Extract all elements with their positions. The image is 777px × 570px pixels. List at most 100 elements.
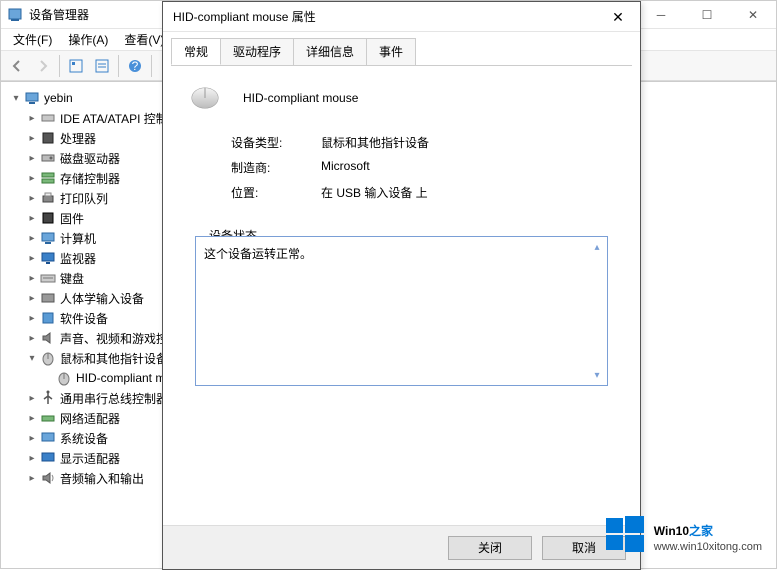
toolbar-separator bbox=[151, 55, 152, 77]
sound-icon bbox=[40, 330, 56, 346]
chevron-right-icon[interactable]: ▸ bbox=[25, 311, 39, 325]
chevron-down-icon[interactable]: ▾ bbox=[25, 351, 39, 365]
tb-btn-help[interactable]: ? bbox=[123, 54, 147, 78]
chevron-right-icon[interactable]: ▸ bbox=[25, 231, 39, 245]
usb-icon bbox=[40, 390, 56, 406]
firmware-icon bbox=[40, 210, 56, 226]
scroll-up-icon[interactable]: ▴ bbox=[589, 239, 605, 255]
dm-sysbuttons: ─ ☐ ✕ bbox=[638, 1, 776, 29]
row-manufacturer: 制造商: Microsoft bbox=[231, 159, 618, 176]
tab-details[interactable]: 详细信息 bbox=[293, 38, 367, 65]
chevron-right-icon[interactable]: ▸ bbox=[25, 191, 39, 205]
tree-node-label: 磁盘驱动器 bbox=[60, 150, 120, 167]
maximize-button[interactable]: ☐ bbox=[684, 1, 730, 29]
status-textbox[interactable]: 这个设备运转正常。 ▴ ▾ bbox=[195, 236, 608, 386]
chevron-down-icon[interactable]: ▾ bbox=[9, 91, 23, 105]
mouse-icon bbox=[185, 84, 225, 112]
menu-file[interactable]: 文件(F) bbox=[5, 29, 60, 50]
location-label: 位置: bbox=[231, 184, 321, 201]
row-type: 设备类型: 鼠标和其他指针设备 bbox=[231, 134, 618, 151]
chevron-right-icon[interactable]: ▸ bbox=[25, 131, 39, 145]
chevron-right-icon[interactable]: ▸ bbox=[25, 111, 39, 125]
network-icon bbox=[40, 410, 56, 426]
tree-node-label: 鼠标和其他指针设备 bbox=[60, 350, 168, 367]
tree-node-label: 处理器 bbox=[60, 130, 96, 147]
mouse-icon bbox=[56, 370, 72, 386]
chevron-right-icon[interactable]: ▸ bbox=[25, 411, 39, 425]
chevron-right-icon[interactable]: ▸ bbox=[25, 471, 39, 485]
location-value: 在 USB 输入设备 上 bbox=[321, 184, 428, 201]
dialog-titlebar[interactable]: HID-compliant mouse 属性 bbox=[163, 2, 640, 32]
close-button[interactable]: ✕ bbox=[730, 1, 776, 29]
tree-node-label: 打印队列 bbox=[60, 190, 108, 207]
watermark-text: Win10之家 www.win10xitong.com bbox=[654, 518, 762, 553]
menu-action[interactable]: 操作(A) bbox=[60, 29, 116, 50]
hid-icon bbox=[40, 290, 56, 306]
keyboard-icon bbox=[40, 270, 56, 286]
scroll-down-icon[interactable]: ▾ bbox=[589, 367, 605, 383]
chevron-right-icon[interactable]: ▸ bbox=[25, 271, 39, 285]
chevron-right-icon[interactable]: ▸ bbox=[25, 151, 39, 165]
disk-icon bbox=[40, 150, 56, 166]
tab-events[interactable]: 事件 bbox=[366, 38, 416, 65]
ide-icon bbox=[40, 110, 56, 126]
dialog-title: HID-compliant mouse 属性 bbox=[173, 8, 316, 25]
watermark: Win10之家 www.win10xitong.com bbox=[606, 516, 762, 554]
minimize-button[interactable]: ─ bbox=[638, 1, 684, 29]
tab-driver[interactable]: 驱动程序 bbox=[220, 38, 294, 65]
chevron-right-icon[interactable]: ▸ bbox=[25, 331, 39, 345]
toolbar-separator bbox=[118, 55, 119, 77]
tree-node-label: 存储控制器 bbox=[60, 170, 120, 187]
tab-general[interactable]: 常规 bbox=[171, 38, 221, 65]
watermark-brand: Win10 bbox=[654, 524, 689, 538]
tree-node-label: 人体学输入设备 bbox=[60, 290, 144, 307]
tree-node-label: 监视器 bbox=[60, 250, 96, 267]
watermark-url: www.win10xitong.com bbox=[654, 541, 762, 553]
type-label: 设备类型: bbox=[231, 134, 321, 151]
device-header: HID-compliant mouse bbox=[185, 84, 618, 112]
tree-node-label: 网络适配器 bbox=[60, 410, 120, 427]
chevron-right-icon[interactable]: ▸ bbox=[25, 291, 39, 305]
tab-strip: 常规 驱动程序 详细信息 事件 bbox=[163, 32, 640, 65]
chevron-right-icon[interactable]: ▸ bbox=[25, 431, 39, 445]
type-value: 鼠标和其他指针设备 bbox=[321, 134, 429, 151]
mouse-category-icon bbox=[40, 350, 56, 366]
tree-node-label: 显示适配器 bbox=[60, 450, 120, 467]
tree-node-label: 音频输入和输出 bbox=[60, 470, 144, 487]
dialog-footer: 关闭 取消 bbox=[163, 525, 640, 569]
toolbar-separator bbox=[59, 55, 60, 77]
manufacturer-label: 制造商: bbox=[231, 159, 321, 176]
cpu-icon bbox=[40, 130, 56, 146]
status-scrollbar[interactable]: ▴ ▾ bbox=[589, 239, 605, 383]
tb-btn-1[interactable] bbox=[64, 54, 88, 78]
row-location: 位置: 在 USB 输入设备 上 bbox=[231, 184, 618, 201]
chevron-right-icon[interactable]: ▸ bbox=[25, 451, 39, 465]
tree-node-label: 计算机 bbox=[60, 230, 96, 247]
properties-dialog: HID-compliant mouse 属性 ✕ 常规 驱动程序 详细信息 事件… bbox=[162, 1, 641, 570]
back-button[interactable] bbox=[5, 54, 29, 78]
status-text: 这个设备运转正常。 bbox=[204, 247, 312, 261]
forward-button[interactable] bbox=[31, 54, 55, 78]
chevron-right-icon[interactable]: ▸ bbox=[25, 391, 39, 405]
tree-node-label: 软件设备 bbox=[60, 310, 108, 327]
svg-text:?: ? bbox=[132, 59, 139, 73]
tree-node-label: 键盘 bbox=[60, 270, 84, 287]
storage-icon bbox=[40, 170, 56, 186]
win10-logo-icon bbox=[606, 516, 644, 554]
status-group: 设备状态 这个设备运转正常。 ▴ ▾ bbox=[195, 219, 608, 386]
chevron-right-icon[interactable]: ▸ bbox=[25, 211, 39, 225]
chevron-right-icon[interactable]: ▸ bbox=[25, 171, 39, 185]
printer-icon bbox=[40, 190, 56, 206]
close-dialog-button[interactable]: 关闭 bbox=[448, 536, 532, 560]
manufacturer-value: Microsoft bbox=[321, 159, 370, 176]
watermark-suffix: 之家 bbox=[689, 524, 713, 538]
tree-node-label: 系统设备 bbox=[60, 430, 108, 447]
dialog-close-button[interactable]: ✕ bbox=[596, 2, 640, 32]
dm-app-icon bbox=[7, 7, 23, 23]
system-icon bbox=[40, 430, 56, 446]
software-icon bbox=[40, 310, 56, 326]
tb-btn-2[interactable] bbox=[90, 54, 114, 78]
chevron-right-icon[interactable]: ▸ bbox=[25, 251, 39, 265]
device-name: HID-compliant mouse bbox=[243, 91, 358, 105]
computer-icon bbox=[40, 230, 56, 246]
